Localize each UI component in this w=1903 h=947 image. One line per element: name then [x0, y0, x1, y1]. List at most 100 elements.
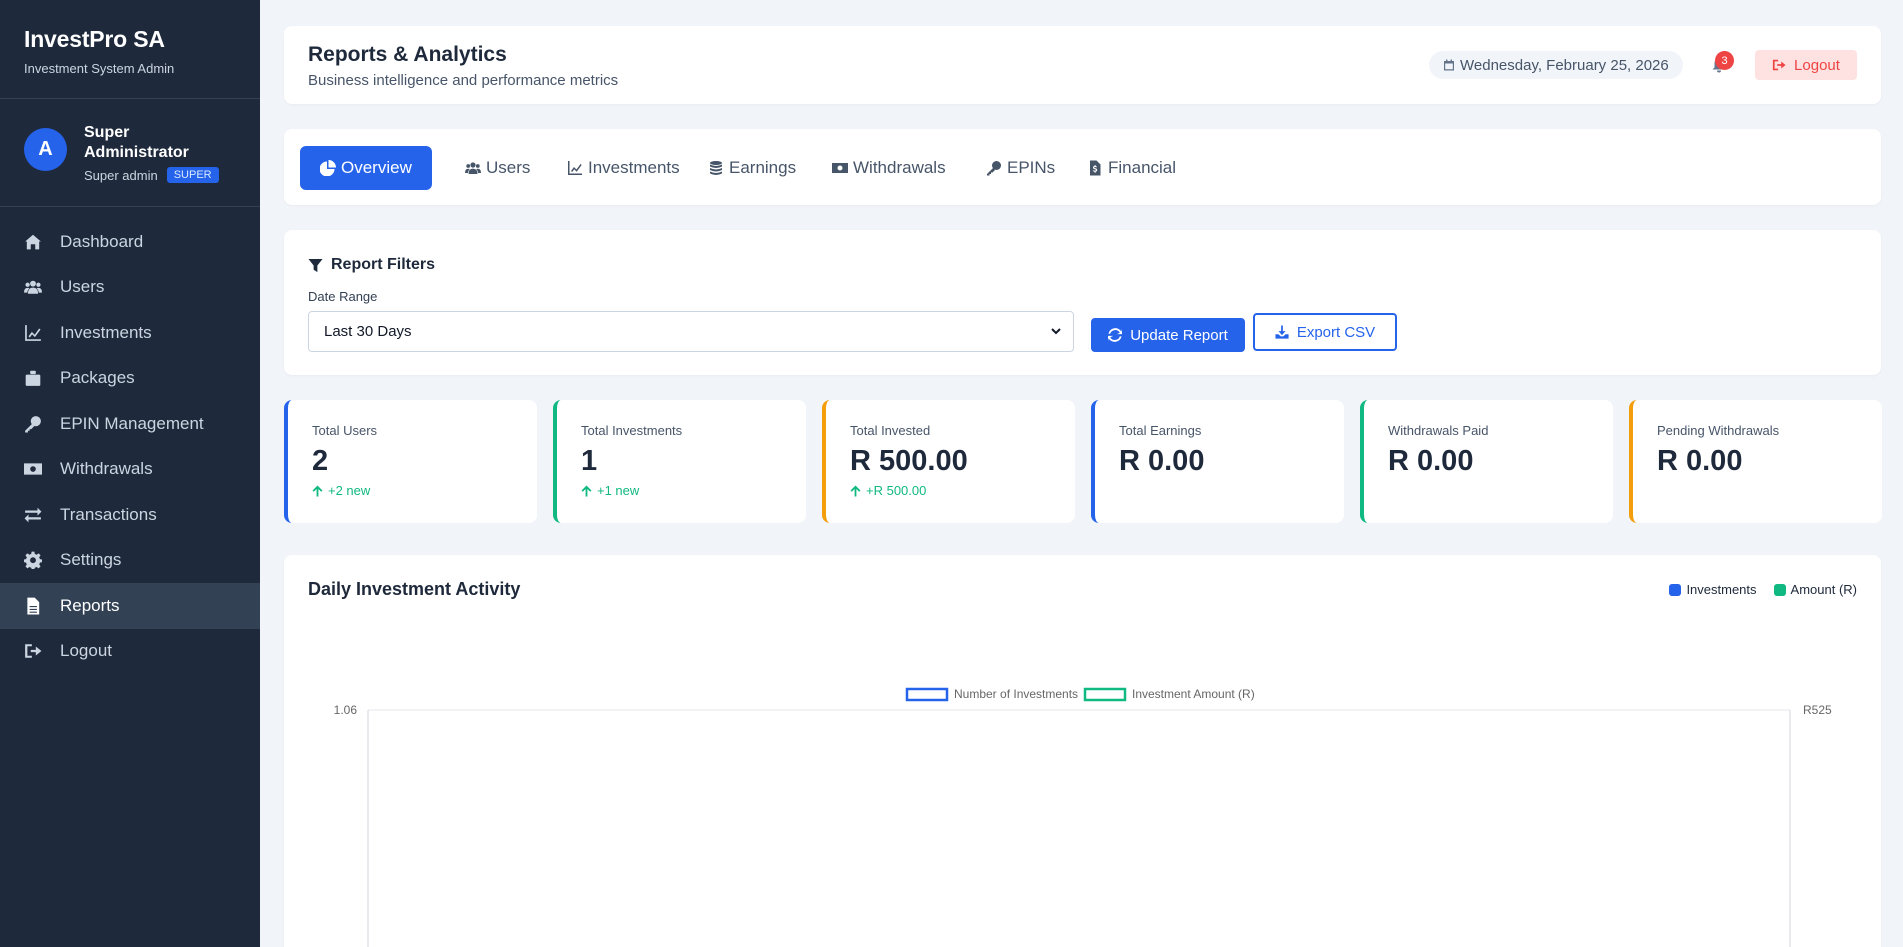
sidebar-item-withdrawals[interactable]: Withdrawals: [0, 447, 260, 493]
file-icon: [24, 597, 42, 615]
report-filters: Report Filters Date Range Last 30 Days U…: [284, 230, 1881, 375]
profile-name: Super Administrator: [84, 124, 189, 161]
chart-line-icon: [24, 324, 42, 342]
brand-title: InvestPro SA: [24, 26, 165, 52]
date-range-select[interactable]: Last 30 Days: [308, 311, 1074, 352]
brand-subtitle: Investment System Admin: [24, 61, 175, 76]
avatar: A: [24, 128, 67, 171]
key-icon: [24, 415, 42, 433]
stat-change: +1 new: [581, 483, 639, 498]
legend-label: Investments: [1686, 582, 1757, 597]
tab-earnings[interactable]: Earnings: [688, 146, 816, 190]
filter-icon: [308, 258, 323, 272]
filters-title: Report Filters: [308, 256, 435, 274]
invoice-icon: [1090, 160, 1101, 176]
sidebar-item-label: Dashboard: [60, 231, 144, 251]
tab-investments[interactable]: Investments: [547, 146, 700, 190]
stat-label: Total Earnings: [1119, 423, 1202, 438]
sidebar-item-packages[interactable]: Packages: [0, 356, 260, 402]
tab-financial[interactable]: Financial: [1067, 146, 1196, 190]
legend-label-amount: Investment Amount (R): [1132, 687, 1255, 701]
chart-legend: Number of Investments Investment Amount …: [905, 687, 1255, 702]
profile-role-label: Super admin: [84, 167, 158, 183]
filters-title-label: Report Filters: [331, 256, 436, 273]
home-icon: [24, 233, 42, 251]
tab-users[interactable]: Users: [445, 146, 550, 190]
brand: InvestPro SA Investment System Admin: [0, 0, 260, 99]
sidebar-item-reports[interactable]: Reports: [0, 583, 260, 629]
page-title: Reports & Analytics: [308, 43, 507, 66]
chart-legend-top: Investments Amount (R): [1652, 582, 1857, 597]
sidebar-item-users[interactable]: Users: [0, 265, 260, 311]
update-report-button[interactable]: Update Report: [1091, 318, 1245, 352]
stat-card-withdrawals-paid: Withdrawals Paid R 0.00: [1360, 400, 1613, 523]
legend-swatch-amount: [1083, 687, 1127, 702]
legend-label: Amount (R): [1790, 582, 1857, 597]
stat-card-total-invested: Total Invested R 500.00 +R 500.00: [822, 400, 1075, 523]
user-profile: A Super Administrator Super admin SUPER: [0, 99, 260, 207]
refresh-icon: [1108, 328, 1123, 342]
y-left-tick-label: 1.06: [334, 703, 358, 717]
download-icon: [1275, 325, 1289, 339]
sidebar-item-logout[interactable]: Logout: [0, 629, 260, 675]
role-badge: SUPER: [166, 167, 219, 183]
users-icon: [24, 278, 42, 296]
stat-card-pending-withdrawals: Pending Withdrawals R 0.00: [1629, 400, 1882, 523]
tab-label: Withdrawals: [853, 158, 946, 177]
stat-value: R 0.00: [1119, 445, 1205, 477]
page-header: Reports & Analytics Business intelligenc…: [284, 26, 1881, 104]
sidebar-item-investments[interactable]: Investments: [0, 310, 260, 356]
sidebar-item-dashboard[interactable]: Dashboard: [0, 219, 260, 265]
tab-label: Overview: [341, 158, 412, 177]
chart-title: Daily Investment Activity: [308, 579, 521, 599]
sidebar-item-label: Settings: [60, 550, 122, 570]
sidebar-item-settings[interactable]: Settings: [0, 538, 260, 584]
logout-icon: [1772, 59, 1786, 71]
legend-swatch: [1669, 583, 1682, 596]
tab-label: Financial: [1108, 158, 1177, 177]
tab-withdrawals[interactable]: Withdrawals: [812, 146, 966, 190]
stat-value: 1: [581, 445, 598, 477]
legend-item-investments: Investments: [1669, 582, 1757, 597]
coins-icon: [710, 161, 722, 175]
stat-label: Total Investments: [581, 423, 683, 438]
date-range-label: Date Range: [308, 289, 378, 304]
money-icon: [24, 460, 42, 478]
notification-badge: 3: [1715, 51, 1734, 70]
current-date: Wednesday, February 25, 2026: [1460, 56, 1669, 74]
sidebar-item-label: EPIN Management: [60, 413, 204, 433]
stat-change-label: +2 new: [328, 483, 371, 498]
arrow-up-icon: [850, 485, 861, 496]
sidebar-item-label: Transactions: [60, 504, 157, 524]
tab-label: EPINs: [1007, 158, 1056, 177]
chevron-down-icon: [1051, 328, 1061, 335]
export-csv-label: Export CSV: [1296, 323, 1376, 341]
arrow-up-icon: [581, 485, 592, 496]
stat-change-label: +1 new: [597, 483, 640, 498]
exchange-icon: [24, 506, 42, 524]
calendar-icon: [1444, 59, 1454, 71]
tab-epins[interactable]: EPINs: [966, 146, 1075, 190]
legend-swatch: [1773, 583, 1786, 596]
tab-overview[interactable]: Overview: [300, 146, 432, 190]
logout-button[interactable]: Logout: [1755, 50, 1857, 80]
sidebar-item-epin-management[interactable]: EPIN Management: [0, 401, 260, 447]
stat-card-total-investments: Total Investments 1 +1 new: [553, 400, 806, 523]
logout-icon: [24, 642, 42, 660]
money-icon: [832, 163, 848, 173]
sidebar-item-transactions[interactable]: Transactions: [0, 492, 260, 538]
export-csv-button[interactable]: Export CSV: [1253, 313, 1397, 351]
y-right-tick-label: R525: [1803, 703, 1832, 717]
tab-label: Earnings: [729, 158, 797, 177]
gear-icon: [24, 551, 42, 570]
sidebar-nav: Dashboard Users Investments Packages EPI…: [0, 219, 260, 674]
stat-value: R 0.00: [1657, 445, 1743, 477]
chart-line-icon: [568, 161, 582, 175]
legend-swatch-investments: [905, 687, 949, 702]
update-report-label: Update Report: [1130, 326, 1228, 344]
line-chart: Number of Investments Investment Amount …: [334, 687, 1832, 947]
stat-value: R 0.00: [1388, 445, 1474, 477]
sidebar-item-label: Withdrawals: [60, 459, 153, 479]
sidebar-item-label: Investments: [60, 322, 152, 342]
stat-card-total-users: Total Users 2 +2 new: [284, 400, 537, 523]
